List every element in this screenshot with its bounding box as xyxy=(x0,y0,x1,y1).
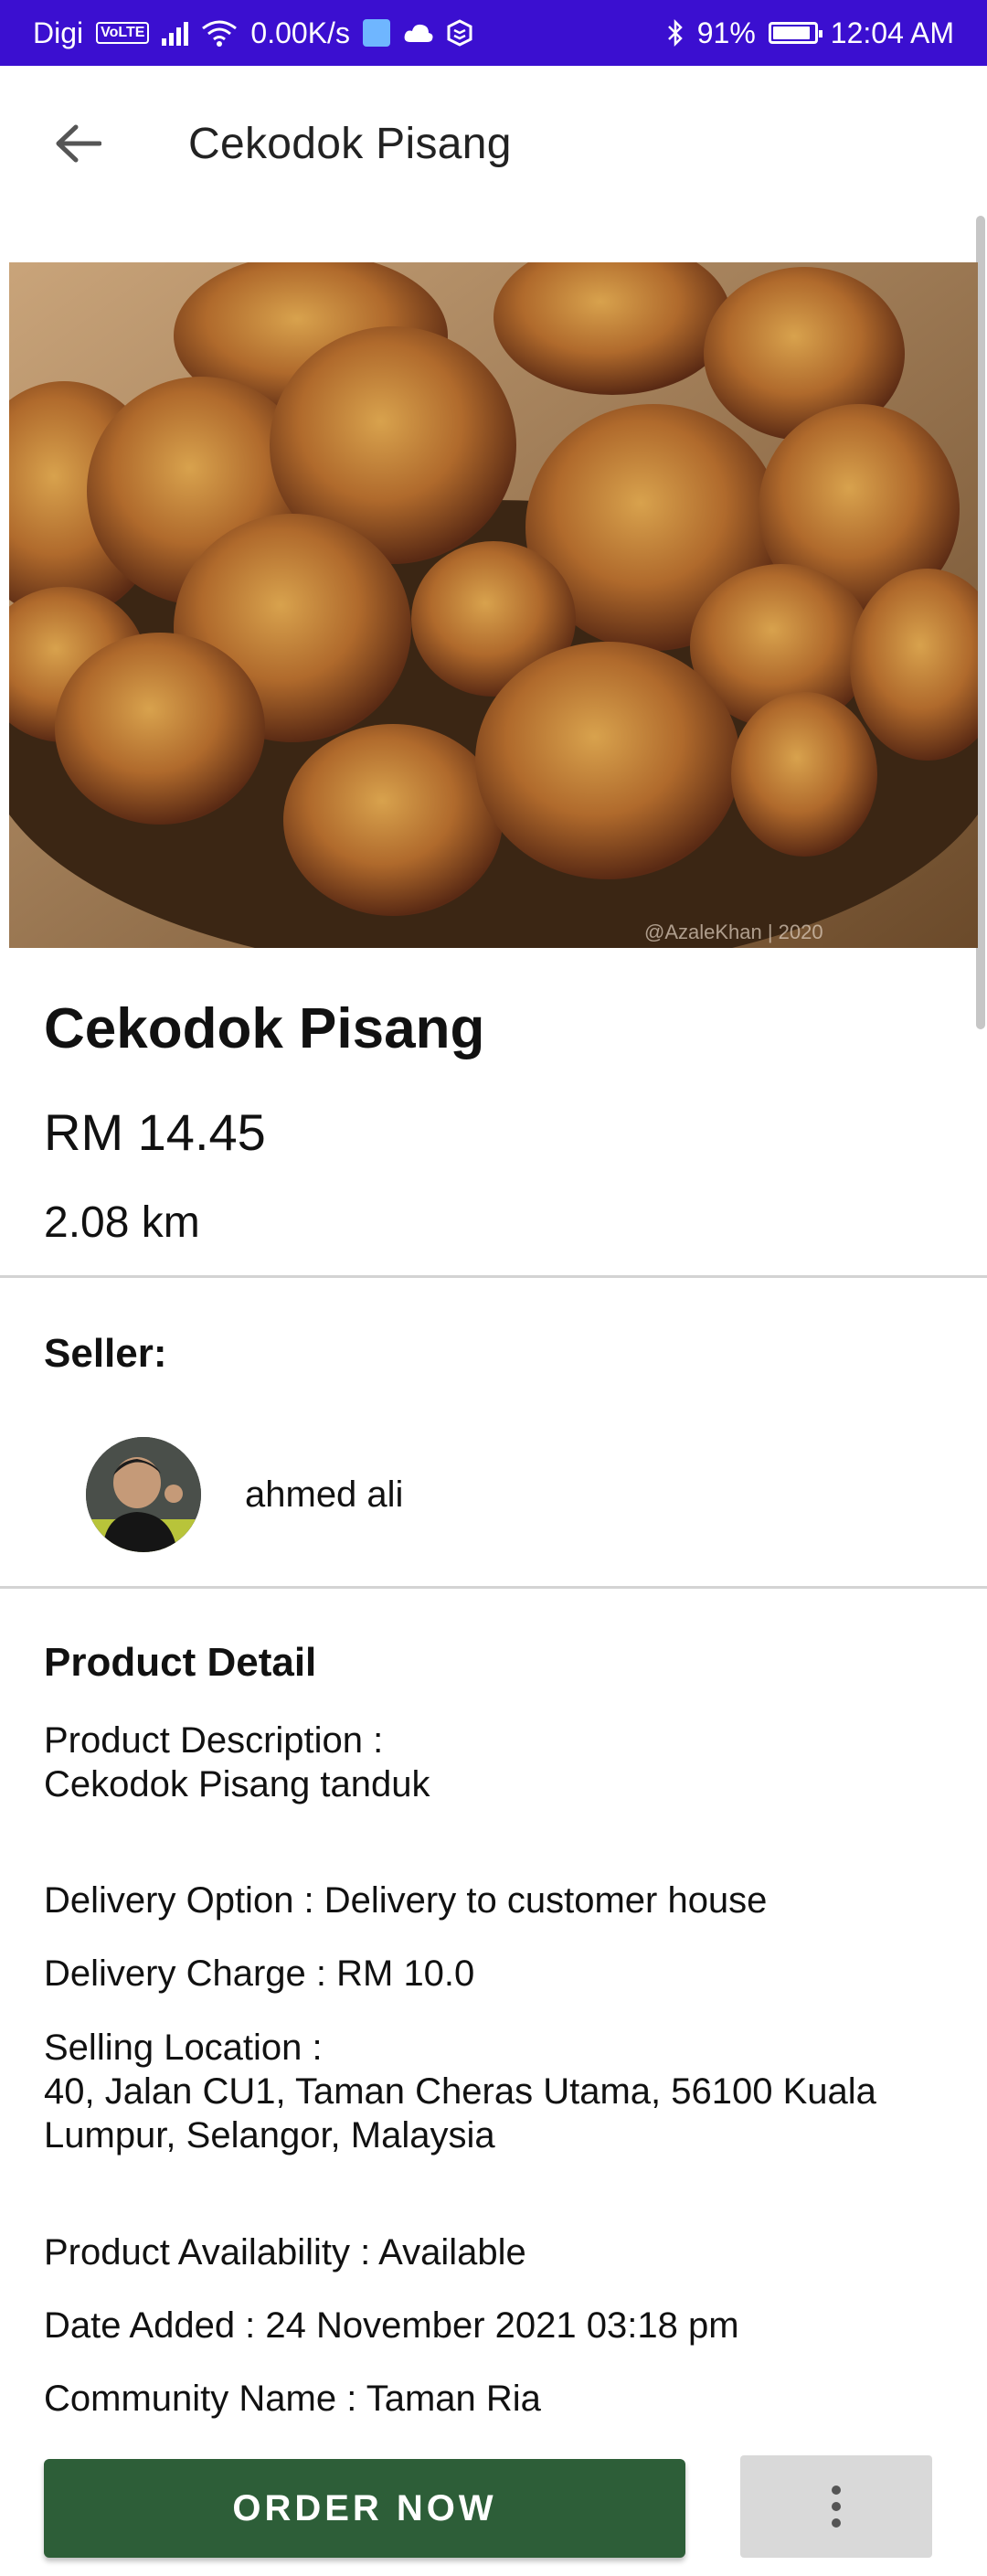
carrier-name: Digi xyxy=(33,16,84,49)
product-image: @AzaleKhan | 2020 xyxy=(9,262,978,948)
date-added: Date Added : 24 November 2021 03:18 pm xyxy=(44,2305,739,2346)
order-now-button[interactable]: ORDER NOW xyxy=(44,2459,685,2558)
status-right: 91% 12:04 AM xyxy=(666,16,954,50)
signal-icon xyxy=(162,20,189,46)
shield-app-icon xyxy=(447,19,472,47)
seller-row[interactable]: ahmed ali xyxy=(86,1437,403,1552)
network-speed: 0.00K/s xyxy=(250,16,350,49)
status-bar: Digi VoLTE 0.00K/s 91% 12:04 AM xyxy=(0,0,987,66)
product-description-value: Cekodok Pisang tanduk xyxy=(44,1764,430,1804)
bluetooth-icon xyxy=(666,18,685,48)
page-title: Cekodok Pisang xyxy=(188,119,512,168)
product-distance: 2.08 km xyxy=(44,1198,200,1247)
back-button[interactable] xyxy=(27,93,128,194)
avatar xyxy=(86,1437,201,1552)
selling-location-label: Selling Location : xyxy=(44,2028,323,2068)
product-description-label: Product Description : xyxy=(44,1720,384,1761)
delivery-option: Delivery Option : Delivery to customer h… xyxy=(44,1880,768,1921)
more-vertical-icon xyxy=(832,2486,841,2528)
product-detail-heading: Product Detail xyxy=(44,1640,317,1685)
divider xyxy=(0,1586,987,1589)
community-name: Community Name : Taman Ria xyxy=(44,2379,541,2419)
clock: 12:04 AM xyxy=(830,16,954,49)
product-name: Cekodok Pisang xyxy=(44,997,485,1060)
more-options-button[interactable] xyxy=(740,2455,932,2558)
seller-name: ahmed ali xyxy=(245,1474,404,1515)
image-watermark: @AzaleKhan | 2020 xyxy=(644,921,823,943)
app-bar: Cekodok Pisang xyxy=(0,66,987,221)
product-availability: Product Availability : Available xyxy=(44,2232,526,2273)
battery-percent: 91% xyxy=(696,16,756,49)
selling-location-value: 40, Jalan CU1, Taman Cheras Utama, 56100… xyxy=(44,2071,876,2156)
status-left: Digi VoLTE 0.00K/s xyxy=(33,16,472,50)
delivery-charge: Delivery Charge : RM 10.0 xyxy=(44,1953,475,1994)
product-price: RM 14.45 xyxy=(44,1103,266,1161)
seller-label: Seller: xyxy=(44,1331,167,1376)
wifi-icon xyxy=(201,19,238,47)
divider xyxy=(0,1275,987,1278)
app-notification-icon xyxy=(362,19,390,47)
arrow-left-icon xyxy=(56,124,101,163)
cloud-icon xyxy=(403,22,434,44)
volte-badge: VoLTE xyxy=(96,22,150,44)
battery-icon xyxy=(768,22,822,44)
